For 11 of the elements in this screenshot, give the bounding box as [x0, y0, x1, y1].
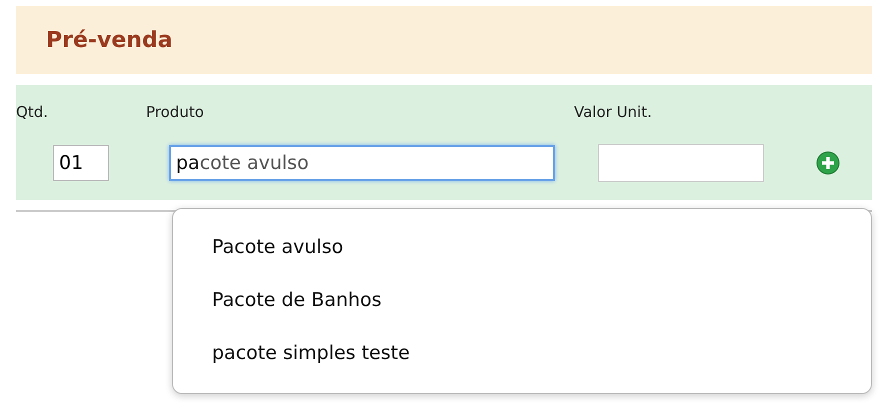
unit-price-field[interactable]	[598, 144, 764, 182]
add-icon[interactable]	[816, 151, 840, 175]
column-label: Produto	[146, 103, 204, 121]
column-label: Qtd.	[16, 103, 48, 121]
suggestion-item[interactable]: pacote simples teste	[212, 342, 410, 395]
column-label: Valor Unit.	[574, 103, 652, 121]
quantity-field[interactable]: 01	[53, 145, 109, 181]
suggestion-item[interactable]: Pacote de Banhos	[212, 289, 382, 342]
page-title: Pré-venda	[46, 28, 173, 52]
product-field[interactable]: pacote avulso	[169, 145, 555, 181]
suggestion-item[interactable]: Pacote avulso	[212, 236, 344, 289]
